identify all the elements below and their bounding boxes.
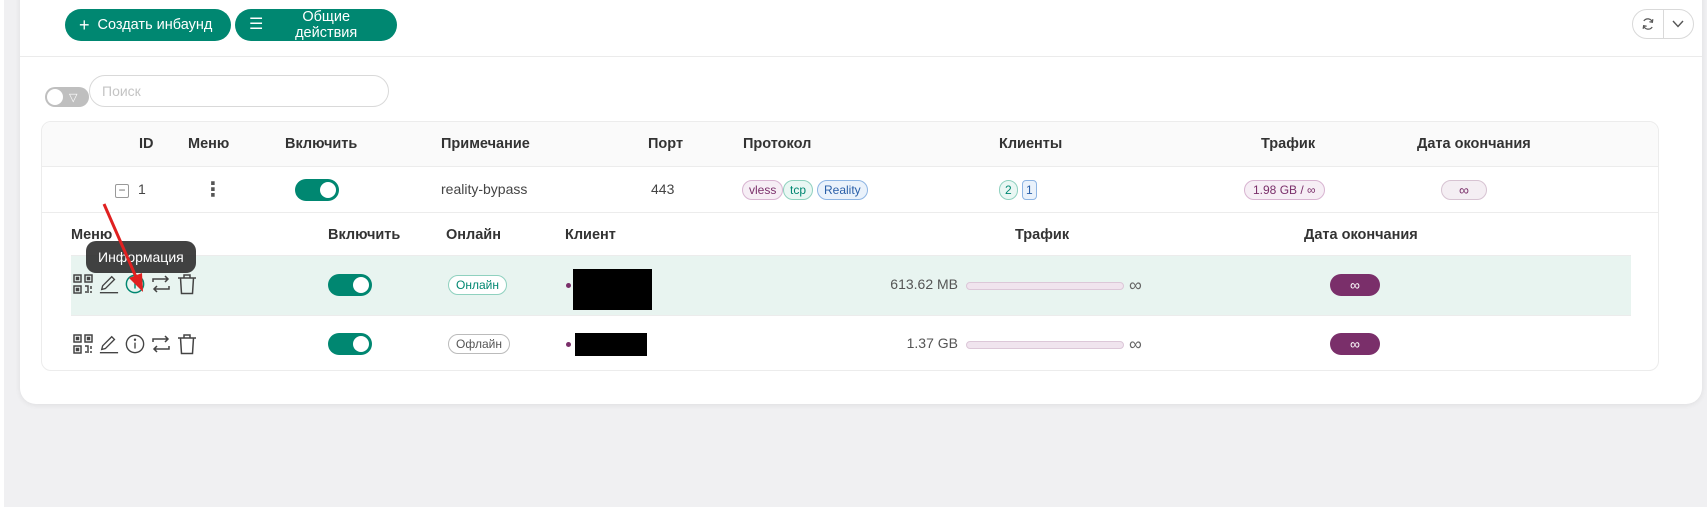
header-traffic: Трафик: [1261, 136, 1316, 152]
clients-header-client: Клиент: [565, 227, 616, 243]
redacted-client-email: [575, 333, 647, 356]
traffic-progress-bar: [966, 341, 1124, 349]
row-remark: reality-bypass: [441, 181, 528, 197]
client-traffic: 613.62 MB: [890, 276, 958, 292]
client-actions: [73, 333, 197, 355]
table-row: − 1 ⋮ reality-bypass 443 vless tcp Reali…: [42, 167, 1658, 213]
annotation-arrow: [102, 203, 143, 292]
general-actions-label: Общие действия: [295, 9, 358, 41]
header-expiry: Дата окончания: [1417, 136, 1531, 152]
inbounds-card: + Создать инбаунд ☰ Общие действия ▽ ID …: [20, 0, 1702, 404]
row-port: 443: [651, 181, 675, 197]
client-row: Офлайн 1.37 GB ∞ ∞: [71, 315, 1631, 374]
network-tag: tcp: [783, 180, 814, 200]
edit-icon[interactable]: [99, 333, 119, 355]
status-badge: Офлайн: [448, 334, 510, 354]
chevron-down-icon[interactable]: [1664, 10, 1694, 38]
inbound-enable-switch[interactable]: [295, 179, 339, 201]
clients-online-badge: 1: [1022, 180, 1037, 200]
redacted-client-email: [573, 269, 652, 310]
clients-header-online: Онлайн: [446, 227, 501, 243]
inbounds-table: ID Меню Включить Примечание Порт Протоко…: [41, 121, 1659, 371]
protocol-tag: vless: [742, 180, 784, 200]
header-protocol: Протокол: [743, 136, 812, 152]
security-tag: Reality: [817, 180, 868, 200]
menu-lines-icon: ☰: [249, 16, 264, 33]
clients-header-enable: Включить: [328, 227, 401, 243]
clients-header-expiry: Дата окончания: [1304, 227, 1418, 243]
client-color-dot: [566, 342, 571, 347]
clients-total-badge: 2: [999, 180, 1018, 200]
traffic-limit: ∞: [1129, 275, 1142, 295]
client-expiry-badge: ∞: [1330, 274, 1380, 296]
header-enable: Включить: [285, 136, 358, 152]
header-port: Порт: [648, 136, 684, 152]
qr-code-icon[interactable]: [73, 333, 93, 355]
refresh-controls: [1632, 9, 1694, 39]
client-enable-switch[interactable]: [328, 274, 372, 296]
traffic-progress-bar: [966, 282, 1124, 290]
client-expiry-badge: ∞: [1330, 333, 1380, 355]
client-row: Онлайн 613.62 MB ∞ ∞: [71, 256, 1631, 315]
row-expiry-badge: ∞: [1441, 180, 1487, 200]
info-icon[interactable]: [125, 333, 145, 355]
table-header: ID Меню Включить Примечание Порт Протоко…: [42, 122, 1658, 167]
client-traffic: 1.37 GB: [906, 335, 958, 351]
header-clients: Клиенты: [999, 136, 1063, 152]
general-actions-button[interactable]: ☰ Общие действия: [235, 9, 397, 41]
client-enable-switch[interactable]: [328, 333, 372, 355]
clients-subtable: Меню Включить Онлайн Клиент Трафик Дата …: [71, 214, 1631, 372]
status-badge: Онлайн: [448, 275, 507, 295]
toolbar-divider: [20, 56, 1702, 57]
header-remark: Примечание: [441, 136, 530, 152]
delete-icon[interactable]: [177, 333, 197, 355]
reset-traffic-icon[interactable]: [151, 333, 171, 355]
traffic-limit: ∞: [1129, 334, 1142, 354]
clients-header: Меню Включить Онлайн Клиент Трафик Дата …: [71, 214, 1631, 256]
row-traffic-badge: 1.98 GB / ∞: [1244, 180, 1325, 200]
refresh-icon[interactable]: [1633, 10, 1664, 38]
clients-header-traffic: Трафик: [1015, 227, 1070, 243]
more-vertical-icon[interactable]: ⋮: [203, 177, 223, 202]
client-color-dot: [566, 283, 571, 288]
